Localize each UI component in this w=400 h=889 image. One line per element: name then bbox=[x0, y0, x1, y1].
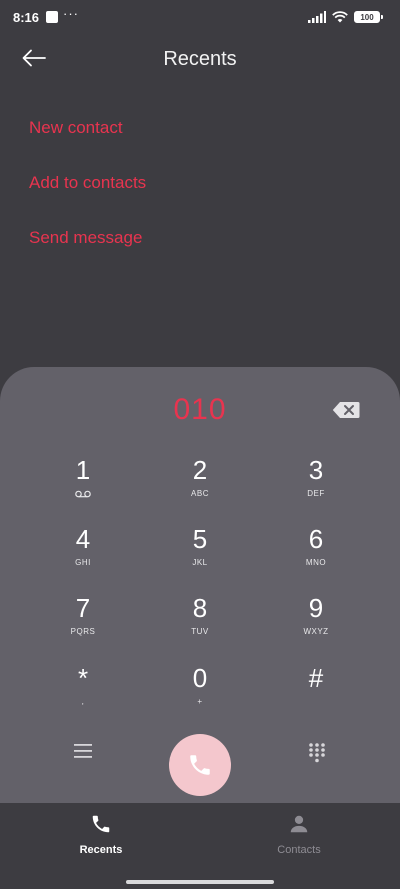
backspace-icon[interactable] bbox=[332, 401, 360, 419]
key-3[interactable]: 3 DEF bbox=[271, 455, 361, 515]
key-0[interactable]: 0 + bbox=[155, 663, 245, 723]
person-icon bbox=[290, 815, 308, 833]
send-message-link[interactable]: Send message bbox=[29, 222, 146, 277]
keypad-grid-icon[interactable] bbox=[308, 742, 326, 764]
tab-label: Recents bbox=[79, 844, 123, 856]
top-app-bar: Recents bbox=[0, 36, 400, 82]
new-contact-link[interactable]: New contact bbox=[29, 112, 146, 167]
battery-icon: 100 bbox=[354, 11, 383, 23]
key-letters: MNO bbox=[305, 558, 327, 567]
phone-icon bbox=[190, 755, 210, 775]
page-title: Recents bbox=[163, 48, 237, 70]
tab-contacts[interactable]: Contacts bbox=[239, 813, 359, 856]
key-digit: 9 bbox=[308, 593, 324, 623]
call-button[interactable] bbox=[169, 734, 231, 796]
key-letters: JKL bbox=[192, 558, 208, 567]
key-digit: # bbox=[308, 663, 324, 693]
voicemail-icon bbox=[75, 490, 91, 498]
status-time: 8:16 bbox=[13, 10, 40, 25]
key-digit: 7 bbox=[75, 593, 91, 623]
status-icons: 100 bbox=[308, 10, 383, 24]
key-1[interactable]: 1 bbox=[38, 455, 128, 515]
key-letters: ABC bbox=[191, 489, 209, 498]
key-letters: GHI bbox=[75, 558, 91, 567]
key-digit: 3 bbox=[308, 455, 324, 485]
key-hash[interactable]: # bbox=[271, 663, 361, 723]
key-6[interactable]: 6 MNO bbox=[271, 524, 361, 584]
number-actions: New contact Add to contacts Send message bbox=[29, 112, 146, 277]
phone-icon bbox=[92, 815, 110, 833]
key-4[interactable]: 4 GHI bbox=[38, 524, 128, 584]
key-8[interactable]: 8 TUV bbox=[155, 593, 245, 653]
key-letters: PQRS bbox=[70, 627, 96, 636]
key-digit: 1 bbox=[75, 455, 91, 485]
dialpad-panel: 010 1 2 ABC 3 DEF 4 GHI 5 JKL 6 MNO 7 PQ… bbox=[0, 367, 400, 807]
key-letters: + bbox=[197, 697, 203, 706]
signal-icon bbox=[308, 11, 326, 23]
bottom-navigation: Recents Contacts bbox=[0, 803, 400, 889]
key-digit: * bbox=[77, 663, 89, 693]
wifi-icon bbox=[332, 11, 348, 23]
notification-square-icon bbox=[46, 11, 58, 23]
key-digit: 2 bbox=[192, 455, 208, 485]
status-bar: 8:16 ··· 100 bbox=[0, 0, 400, 36]
key-digit: 8 bbox=[192, 593, 208, 623]
key-letters: DEF bbox=[307, 489, 325, 498]
key-2[interactable]: 2 ABC bbox=[155, 455, 245, 515]
key-7[interactable]: 7 PQRS bbox=[38, 593, 128, 653]
tab-recents[interactable]: Recents bbox=[41, 813, 161, 856]
key-digit: 4 bbox=[75, 524, 91, 554]
key-5[interactable]: 5 JKL bbox=[155, 524, 245, 584]
key-digit: 5 bbox=[192, 524, 208, 554]
phone-screen: 8:16 ··· 100 Recents New contact Add to … bbox=[0, 0, 400, 889]
more-notifications-icon: ··· bbox=[63, 6, 79, 21]
key-digit: 6 bbox=[308, 524, 324, 554]
menu-icon[interactable] bbox=[73, 742, 93, 760]
key-star[interactable]: * , bbox=[38, 663, 128, 723]
key-digit: 0 bbox=[192, 663, 208, 693]
key-letters: , bbox=[81, 697, 85, 706]
key-9[interactable]: 9 WXYZ bbox=[271, 593, 361, 653]
tab-label: Contacts bbox=[277, 844, 321, 856]
key-letters: TUV bbox=[191, 627, 209, 636]
key-letters: WXYZ bbox=[303, 627, 329, 636]
home-indicator[interactable] bbox=[126, 880, 274, 884]
add-to-contacts-link[interactable]: Add to contacts bbox=[29, 167, 146, 222]
